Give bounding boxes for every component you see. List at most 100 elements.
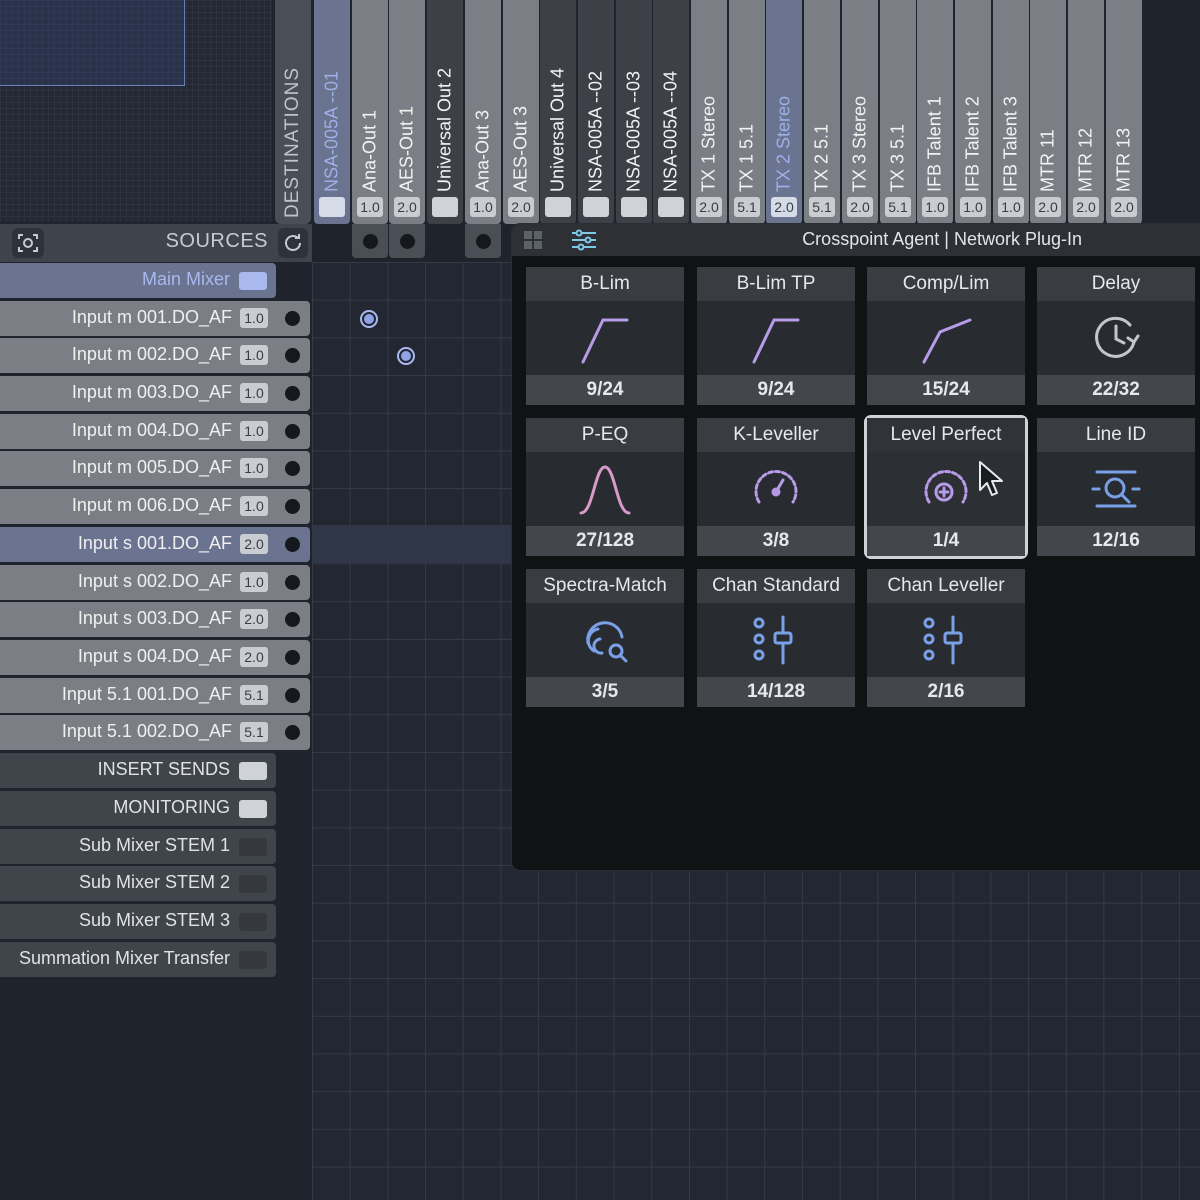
plugin-name: Chan Leveller (867, 569, 1025, 603)
source-group-name: Summation Mixer Transfer (18, 948, 230, 968)
destination-column[interactable]: IFB Talent 2 1.0 (955, 0, 991, 224)
connector-dot-icon[interactable] (285, 461, 300, 476)
connector-dot-icon[interactable] (285, 311, 300, 326)
source-group-name: MONITORING (113, 797, 230, 817)
source-group-row[interactable]: Summation Mixer Transfer (0, 942, 276, 977)
source-row[interactable]: Input s 002.DO_AF 1.0 (0, 565, 310, 600)
source-row[interactable]: Input m 006.DO_AF 1.0 (0, 489, 310, 524)
minimap[interactable] (0, 0, 272, 222)
source-name: Input m 006.DO_AF (71, 495, 232, 515)
plugin-tile[interactable]: B-Lim TP 9/24 (697, 267, 855, 405)
destination-name: Ana-Out 3 (472, 109, 493, 192)
destination-column[interactable]: TX 2 Stereo 2.0 (766, 0, 802, 224)
destination-name: TX 3 Stereo (849, 95, 870, 192)
source-group-row[interactable]: MONITORING (0, 791, 276, 826)
refresh-icon[interactable] (278, 228, 308, 258)
plugin-tile[interactable]: Comp/Lim 15/24 (867, 267, 1025, 405)
group-toggle[interactable] (239, 272, 267, 290)
destination-column[interactable]: NSA-005A --02 (578, 0, 614, 224)
source-row[interactable]: Input 5.1 001.DO_AF 5.1 (0, 678, 310, 713)
connector-dot-icon[interactable] (285, 575, 300, 590)
channel-format-badge: 2.0 (771, 197, 797, 217)
destination-column[interactable]: Universal Out 4 (540, 0, 576, 224)
destination-column[interactable]: IFB Talent 1 1.0 (917, 0, 953, 224)
channel-format-badge: 2.0 (1073, 197, 1099, 217)
connector-dot-icon[interactable] (285, 386, 300, 401)
source-group-main-mixer[interactable]: Main Mixer (0, 263, 276, 298)
plugin-tile[interactable]: Line ID 12/16 (1037, 418, 1195, 556)
connector-dot-icon[interactable] (285, 612, 300, 627)
plugin-tile[interactable]: Chan Leveller 2/16 (867, 569, 1025, 707)
destination-column[interactable]: NSA-005A --03 (616, 0, 652, 224)
destination-column[interactable]: NSA-005A --01 (314, 0, 350, 224)
source-row[interactable]: Input m 003.DO_AF 1.0 (0, 376, 310, 411)
crosspoint-active[interactable] (360, 310, 378, 328)
destination-column[interactable]: MTR 11 2.0 (1030, 0, 1066, 224)
channel-format-badge: 5.1 (885, 197, 911, 217)
connector-dot-icon[interactable] (285, 688, 300, 703)
source-group-row[interactable]: Sub Mixer STEM 1 (0, 829, 276, 864)
group-toggle[interactable] (239, 800, 267, 818)
channel-format-badge: 1.0 (240, 345, 268, 365)
destination-connector[interactable] (389, 224, 425, 258)
connector-dot-icon[interactable] (285, 725, 300, 740)
minimap-viewport[interactable] (0, 0, 185, 86)
plugin-tile[interactable]: Delay 22/32 (1037, 267, 1195, 405)
destination-column[interactable]: TX 1 Stereo 2.0 (691, 0, 727, 224)
destination-column[interactable]: MTR 13 2.0 (1106, 0, 1142, 224)
plugin-tile[interactable]: K-Leveller 3/8 (697, 418, 855, 556)
destination-column[interactable]: AES-Out 3 2.0 (503, 0, 539, 224)
connector-dot-icon[interactable] (285, 537, 300, 552)
destination-column[interactable]: MTR 12 2.0 (1068, 0, 1104, 224)
source-group-row[interactable]: Sub Mixer STEM 3 (0, 904, 276, 939)
settings-sliders-icon[interactable] (564, 226, 604, 254)
source-row[interactable]: Input m 005.DO_AF 1.0 (0, 451, 310, 486)
plugin-usage-count: 22/32 (1037, 375, 1195, 405)
source-row[interactable]: Input m 004.DO_AF 1.0 (0, 414, 310, 449)
group-toggle[interactable] (239, 838, 267, 856)
source-row[interactable]: Input s 001.DO_AF 2.0 (0, 527, 310, 562)
connector-dot-icon[interactable] (285, 499, 300, 514)
group-toggle[interactable] (239, 875, 267, 893)
connector-dot-icon[interactable] (285, 424, 300, 439)
destination-column[interactable]: TX 3 Stereo 2.0 (842, 0, 878, 224)
destination-column[interactable]: IFB Talent 3 1.0 (993, 0, 1029, 224)
channel-format-badge: 2.0 (1035, 197, 1061, 217)
focus-icon[interactable] (12, 228, 44, 258)
destination-connector[interactable] (352, 224, 388, 258)
destination-column[interactable]: Ana-Out 1 1.0 (352, 0, 388, 224)
plugin-tile[interactable]: Chan Standard 14/128 (697, 569, 855, 707)
source-row[interactable]: Input 5.1 002.DO_AF 5.1 (0, 715, 310, 750)
source-row[interactable]: Input s 003.DO_AF 2.0 (0, 602, 310, 637)
plugin-tile[interactable]: B-Lim 9/24 (526, 267, 684, 405)
destination-connector[interactable] (465, 224, 501, 258)
group-toggle[interactable] (239, 762, 267, 780)
source-group-row[interactable]: Sub Mixer STEM 2 (0, 866, 276, 901)
source-group-name: INSERT SENDS (97, 759, 230, 779)
connector-dot-icon[interactable] (285, 348, 300, 363)
source-row[interactable]: Input m 002.DO_AF 1.0 (0, 338, 310, 373)
destination-column[interactable]: TX 2 5.1 5.1 (804, 0, 840, 224)
destination-column[interactable]: TX 1 5.1 5.1 (729, 0, 765, 224)
group-toggle[interactable] (239, 951, 267, 969)
plugin-tile[interactable]: P-EQ 27/128 (526, 418, 684, 556)
connector-dot-icon[interactable] (285, 650, 300, 665)
plugin-usage-count: 2/16 (867, 677, 1025, 707)
destination-column[interactable]: AES-Out 1 2.0 (389, 0, 425, 224)
plugin-name: Line ID (1037, 418, 1195, 452)
destination-column[interactable]: Universal Out 2 (427, 0, 463, 224)
destination-column[interactable]: TX 3 5.1 5.1 (880, 0, 916, 224)
source-row[interactable]: Input s 004.DO_AF 2.0 (0, 640, 310, 675)
source-group-row[interactable]: INSERT SENDS (0, 753, 276, 788)
group-toggle[interactable] (239, 913, 267, 931)
crosspoint-active[interactable] (397, 347, 415, 365)
source-row[interactable]: Input m 001.DO_AF 1.0 (0, 301, 310, 336)
grid-view-icon[interactable] (520, 229, 546, 251)
destination-name: MTR 12 (1075, 127, 1096, 192)
channel-format-badge (545, 197, 571, 217)
plugin-usage-count: 3/5 (526, 677, 684, 707)
plugin-tile[interactable]: Spectra-Match 3/5 (526, 569, 684, 707)
destination-column[interactable]: NSA-005A --04 (653, 0, 689, 224)
destination-column[interactable]: Ana-Out 3 1.0 (465, 0, 501, 224)
channel-format-badge: 2.0 (847, 197, 873, 217)
